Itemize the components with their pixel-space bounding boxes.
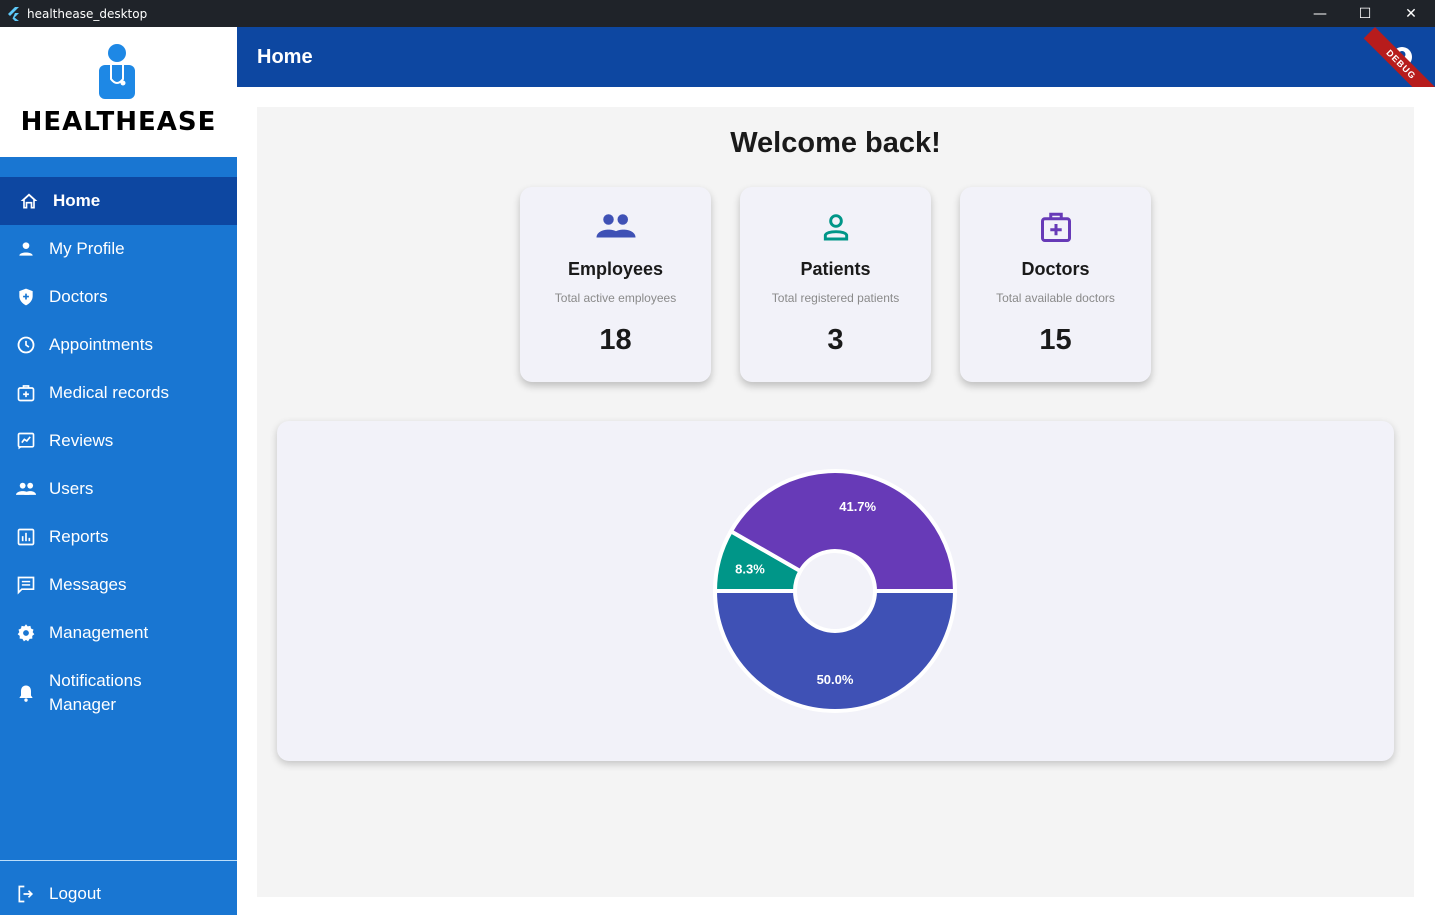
card-title: Employees <box>567 259 664 279</box>
sidebar-item-label: Doctors <box>49 287 108 306</box>
doctor-logo-icon <box>99 44 135 99</box>
pie-slice <box>712 589 958 713</box>
slice-label: 8.3% <box>735 561 765 576</box>
card-value: 18 <box>599 324 632 356</box>
sidebar-item-messages[interactable]: Messages <box>0 561 237 609</box>
brand-logo-text: HEALTHEASE <box>20 107 217 137</box>
slice-label: 41.7% <box>839 499 876 514</box>
welcome-heading: Welcome back! <box>730 127 941 159</box>
card-title: Doctors <box>1021 259 1090 279</box>
medical-bag-icon <box>1035 209 1077 245</box>
sidebar-item-label: Reviews <box>49 431 114 450</box>
medical-bag-icon <box>15 382 37 404</box>
logout-button[interactable]: Logout <box>0 870 237 918</box>
sidebar-item-medical-records[interactable]: Medical records <box>0 369 237 417</box>
flutter-app-icon <box>8 6 19 21</box>
gear-icon <box>15 622 37 644</box>
maximize-button[interactable]: ☐ <box>1342 0 1388 27</box>
sidebar-item-label: Notifications Manager <box>49 671 142 714</box>
page-title: Home <box>257 46 313 68</box>
sidebar-item-label: Management <box>49 623 149 642</box>
logo-area: HEALTHEASE <box>0 27 237 157</box>
window-title: healthease_desktop <box>27 6 148 21</box>
sidebar-item-label: Reports <box>49 527 109 546</box>
chart-card: 50.0% 8.3% 41.7% <box>277 421 1394 761</box>
group-icon <box>15 478 37 500</box>
card-title: Patients <box>800 259 871 279</box>
home-icon <box>18 190 40 212</box>
person-icon <box>15 238 37 260</box>
sidebar-item-label: Users <box>49 479 94 498</box>
sidebar-item-users[interactable]: Users <box>0 465 237 513</box>
window-title-bar: healthease_desktop — ☐ ✕ <box>0 0 1435 27</box>
sidebar-nav: Home My Profile Doctors Appointments Med… <box>0 177 237 729</box>
card-subtitle: Total active employees <box>554 291 677 305</box>
sidebar-item-label: Medical records <box>49 383 169 402</box>
sidebar-item-notifications-manager[interactable]: Notifications Manager <box>0 657 237 729</box>
card-value: 3 <box>827 324 844 356</box>
reviews-icon <box>15 430 37 452</box>
bell-icon <box>15 682 37 704</box>
employees-card[interactable]: Employees Total active employees 18 <box>520 187 711 382</box>
sidebar-item-label: Appointments <box>49 335 153 354</box>
sidebar-item-doctors[interactable]: Doctors <box>0 273 237 321</box>
person-outline-icon <box>815 209 857 245</box>
message-icon <box>15 574 37 596</box>
close-window-button[interactable]: ✕ <box>1388 0 1434 27</box>
sidebar-item-reviews[interactable]: Reviews <box>0 417 237 465</box>
sidebar-item-management[interactable]: Management <box>0 609 237 657</box>
app-header: Home DEBUG <box>237 27 1435 87</box>
card-value: 15 <box>1039 324 1072 356</box>
sidebar-item-my-profile[interactable]: My Profile <box>0 225 237 273</box>
sidebar-item-home[interactable]: Home <box>0 177 237 225</box>
clock-icon <box>15 334 37 356</box>
group-icon <box>595 209 637 245</box>
shield-plus-icon <box>15 286 37 308</box>
sidebar-item-reports[interactable]: Reports <box>0 513 237 561</box>
main-content: Welcome back! Employees Total active emp… <box>257 107 1414 897</box>
sidebar-item-label: My Profile <box>49 239 125 258</box>
logout-label: Logout <box>49 884 101 903</box>
debug-banner: DEBUG <box>1363 27 1435 87</box>
sidebar-item-appointments[interactable]: Appointments <box>0 321 237 369</box>
sidebar-item-label: Messages <box>49 575 127 594</box>
patients-card[interactable]: Patients Total registered patients 3 <box>740 187 931 382</box>
bar-chart-icon <box>15 526 37 548</box>
sidebar: HEALTHEASE Home My Profile Doctors Appoi… <box>0 27 237 915</box>
card-subtitle: Total available doctors <box>996 291 1115 305</box>
card-subtitle: Total registered patients <box>771 291 900 305</box>
sidebar-item-label: Home <box>53 191 101 210</box>
sidebar-divider <box>0 860 237 861</box>
donut-chart: 50.0% 8.3% 41.7% <box>712 469 958 713</box>
minimize-button[interactable]: — <box>1297 0 1343 27</box>
logout-icon <box>15 883 37 905</box>
slice-label: 50.0% <box>817 672 854 687</box>
doctors-card[interactable]: Doctors Total available doctors 15 <box>960 187 1151 382</box>
